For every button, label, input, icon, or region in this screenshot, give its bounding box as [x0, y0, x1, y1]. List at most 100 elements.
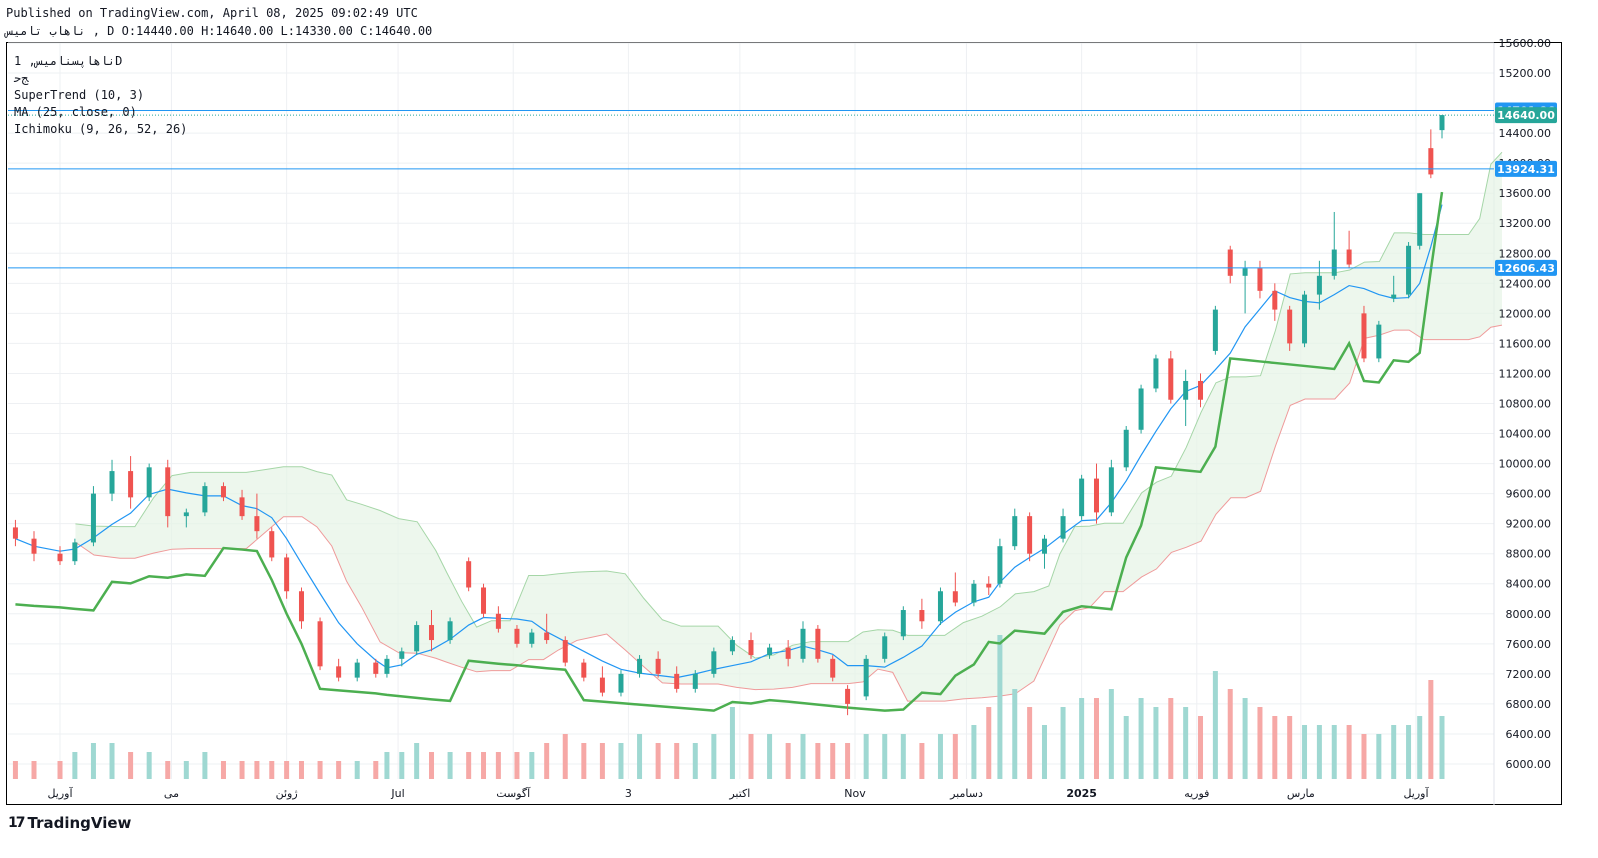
volume-bar — [269, 761, 275, 779]
price-tick-label: 14400.00 — [1499, 127, 1552, 140]
volume-bar — [1183, 707, 1189, 779]
candle-body — [1406, 245, 1412, 295]
time-tick-label: Nov — [844, 787, 866, 800]
candle-body — [514, 628, 520, 644]
candle-body — [481, 587, 487, 614]
candle-body — [1391, 294, 1397, 299]
volume-bar — [1027, 707, 1033, 779]
volume-bar — [384, 752, 390, 779]
candle-body — [1041, 538, 1047, 554]
candle-body — [618, 673, 624, 693]
candle-body — [800, 628, 806, 659]
time-tick-label: آوریل — [47, 786, 73, 800]
time-tick-label: مارس — [1287, 787, 1315, 800]
volume-bar — [919, 743, 925, 779]
candle-body — [109, 471, 115, 494]
volume-bar — [544, 743, 550, 779]
time-tick-label: اکتبر — [728, 787, 750, 800]
price-tick-label: 13200.00 — [1499, 217, 1552, 230]
price-label: 12606.43 — [1497, 262, 1555, 275]
candle-body — [1272, 290, 1278, 310]
volume-bar — [562, 734, 568, 779]
volume-bar — [997, 635, 1003, 779]
time-tick-label: آگوست — [496, 786, 531, 800]
candle-body — [937, 591, 943, 622]
volume-bar — [239, 761, 245, 779]
volume-bar — [971, 725, 977, 779]
volume-bar — [1079, 698, 1085, 779]
time-tick-label: 3 — [625, 787, 632, 800]
volume-bar — [900, 734, 906, 779]
price-label: 13924.31 — [1497, 163, 1555, 176]
volume-bar — [1041, 725, 1047, 779]
candle-body — [1108, 467, 1114, 513]
candle-body — [146, 467, 152, 498]
legend-ichimoku[interactable]: Ichimoku (9, 26, 52, 26) — [14, 122, 187, 136]
candle-body — [336, 666, 342, 678]
candle-body — [599, 677, 605, 693]
price-tick-label: 8000.00 — [1506, 608, 1552, 621]
candle-body — [674, 673, 680, 689]
candle-body — [919, 610, 925, 622]
volume-bar — [1417, 716, 1423, 779]
volume-bar — [1212, 671, 1218, 779]
time-tick-label: فوریه — [1184, 787, 1209, 800]
volume-bar — [183, 761, 189, 779]
volume-bar — [373, 761, 379, 779]
volume-bar — [1257, 707, 1263, 779]
price-tick-label: 6400.00 — [1506, 728, 1552, 741]
volume-bar — [57, 761, 63, 779]
legend-market: ﺞﺣ — [14, 71, 29, 85]
volume-bar — [1012, 689, 1018, 779]
volume-bar — [109, 743, 115, 779]
price-tick-label: 12000.00 — [1499, 307, 1552, 320]
candle-body — [1079, 478, 1085, 517]
volume-bar — [429, 752, 435, 779]
price-tick-label: 13600.00 — [1499, 187, 1552, 200]
price-tick-label: 7600.00 — [1506, 638, 1552, 651]
volume-bar — [1093, 698, 1099, 779]
volume-bar — [1123, 716, 1129, 779]
candle-body — [1331, 249, 1337, 276]
volume-bar — [298, 761, 304, 779]
candle-body — [882, 636, 888, 659]
volume-bar — [1060, 707, 1066, 779]
volume-bar — [1287, 716, 1293, 779]
volume-bar — [1376, 734, 1382, 779]
candlestick-chart[interactable]: 6000.00 6400.00 6800.00 7200.00 7600.00 8000.… — [0, 0, 1598, 858]
candle-body — [581, 662, 587, 678]
candle-body — [128, 471, 134, 498]
time-tick-label: می — [164, 787, 179, 800]
candle-body — [767, 647, 773, 656]
volume-bar — [863, 734, 869, 779]
volume-bar — [1138, 698, 1144, 779]
candle-body — [863, 658, 869, 697]
candle-body — [239, 497, 245, 517]
volume-bar — [1346, 725, 1352, 779]
legend-ma[interactable]: MA (25, close, 0) — [14, 105, 137, 119]
volume-bar — [655, 743, 661, 779]
time-tick-label: آوریل — [1403, 786, 1429, 800]
candle-body — [692, 673, 698, 689]
price-label: 14640.00 — [1497, 109, 1555, 122]
legend-supertrend[interactable]: SuperTrend (10, 3) — [14, 88, 144, 102]
candle-body — [12, 527, 18, 539]
price-tick-label: 12800.00 — [1499, 247, 1552, 260]
candle-body — [729, 640, 735, 652]
tradingview-brand[interactable]: 17 TradingView — [8, 814, 131, 832]
price-tick-label: 8400.00 — [1506, 578, 1552, 591]
price-tick-label: 12400.00 — [1499, 277, 1552, 290]
candle-body — [354, 662, 360, 678]
candle-body — [57, 553, 63, 562]
candle-body — [414, 625, 420, 652]
volume-bar — [1391, 725, 1397, 779]
candle-body — [1093, 478, 1099, 513]
candle-body — [1316, 275, 1322, 295]
volume-bar — [128, 752, 134, 779]
volume-bar — [729, 707, 735, 779]
volume-bar — [90, 743, 96, 779]
candle-body — [466, 561, 472, 588]
volume-bar — [529, 752, 535, 779]
volume-bar — [447, 752, 453, 779]
candle-body — [447, 621, 453, 641]
